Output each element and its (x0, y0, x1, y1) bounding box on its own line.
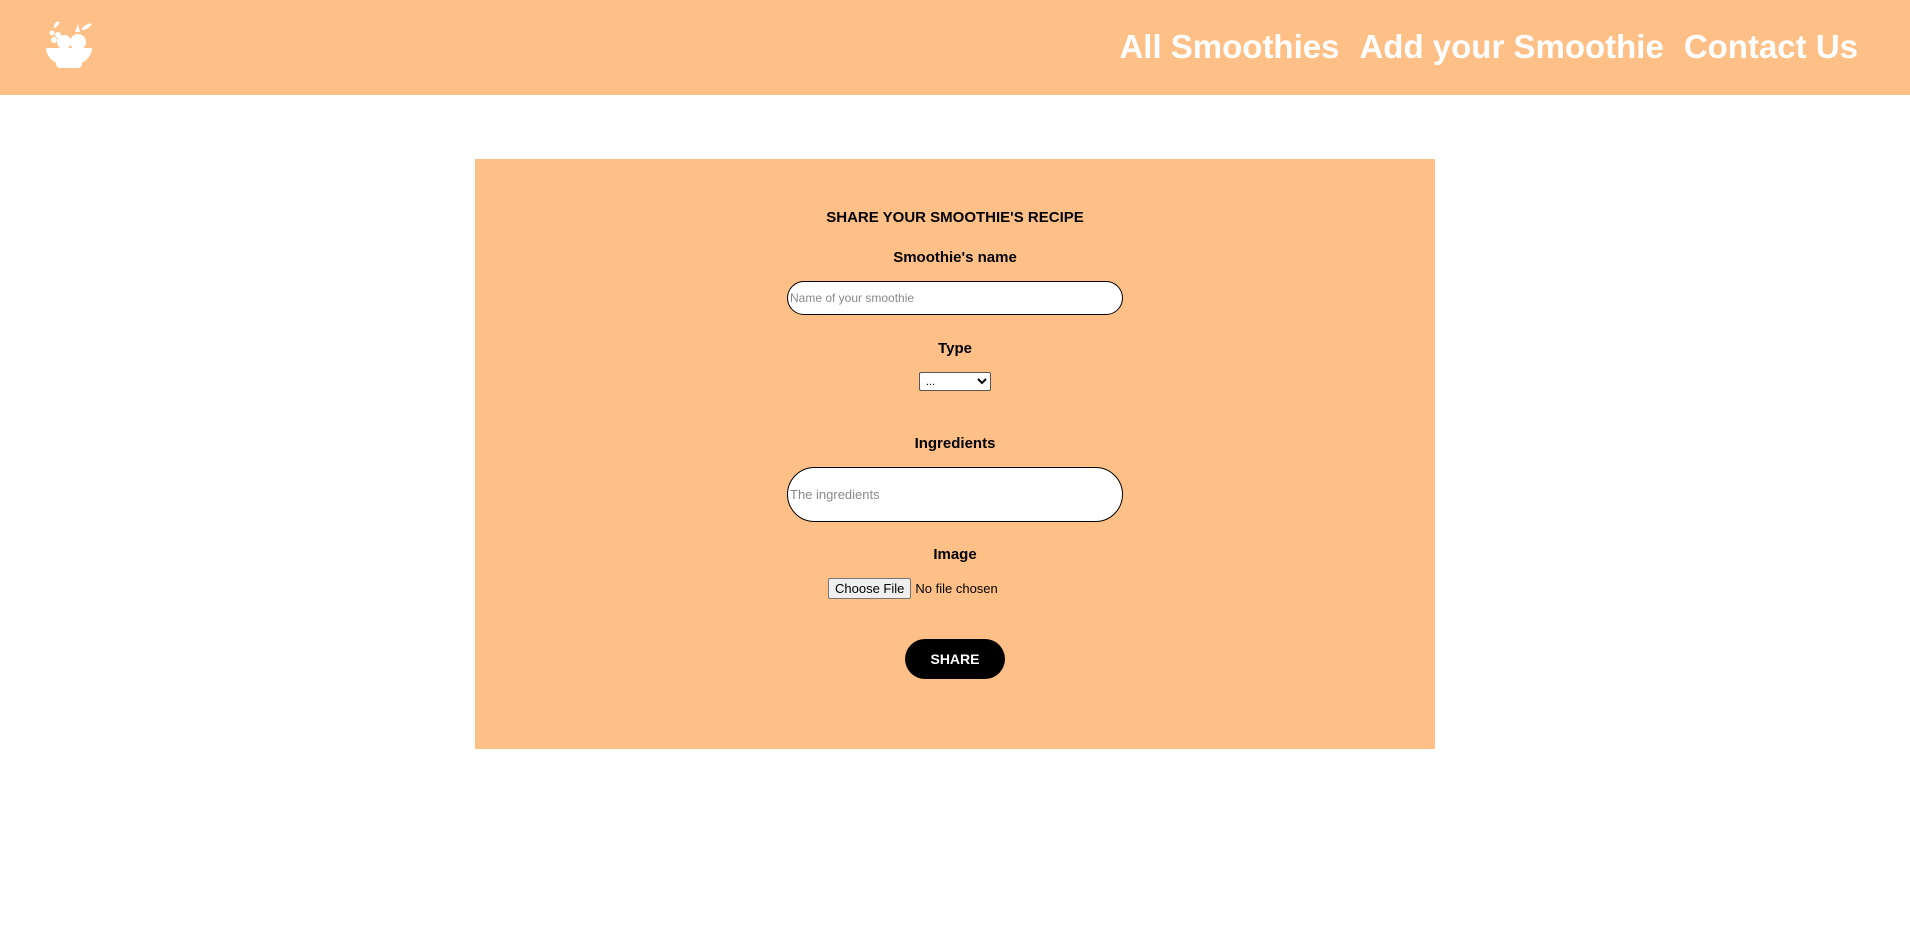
ingredients-input[interactable] (787, 467, 1123, 522)
nav-add-your-smoothie[interactable]: Add your Smoothie (1359, 27, 1663, 67)
choose-file-button[interactable]: Choose File (828, 578, 912, 599)
type-label: Type (938, 340, 972, 357)
site-header: All Smoothies Add your Smoothie Contact … (0, 0, 1910, 95)
nav-all-smoothies[interactable]: All Smoothies (1119, 27, 1339, 67)
file-status-text: No file chosen (915, 581, 998, 596)
type-select[interactable]: ... (919, 372, 991, 391)
share-button[interactable]: SHARE (905, 639, 1005, 679)
ingredients-label: Ingredients (914, 435, 996, 452)
image-file-input: Choose File No file chosen (828, 578, 998, 599)
main-nav: All Smoothies Add your Smoothie Contact … (1119, 27, 1858, 67)
recipe-form-card: SHARE YOUR SMOOTHIE'S RECIPE Smoothie's … (475, 159, 1435, 749)
nav-contact-us[interactable]: Contact Us (1684, 27, 1858, 67)
form-title: SHARE YOUR SMOOTHIE'S RECIPE (826, 209, 1084, 226)
smoothie-name-input[interactable] (787, 281, 1123, 315)
image-label: Image (933, 546, 977, 563)
smoothie-name-label: Smoothie's name (893, 249, 1017, 266)
fruit-bowl-icon[interactable] (42, 20, 98, 72)
